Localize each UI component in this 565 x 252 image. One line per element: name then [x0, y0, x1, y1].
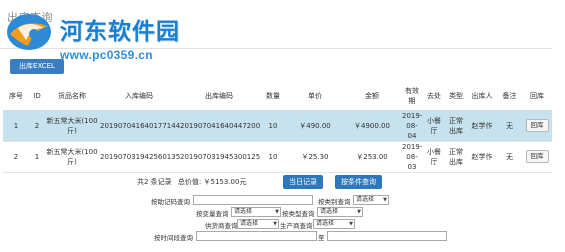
category-select[interactable]: 请选择 ▼: [353, 195, 389, 205]
cell-type: 正常出库: [449, 147, 463, 166]
cell-note: 无: [506, 152, 513, 161]
location-search-label: 按变量查询: [196, 210, 229, 218]
record-count: 共2 条记录: [137, 178, 172, 186]
cell-qty: 10: [268, 152, 278, 161]
table-row[interactable]: 1 2 新五常大米(100斤) 201907041640177144 20190…: [3, 110, 552, 141]
condition-search-button[interactable]: 按条件查询: [335, 175, 382, 189]
end-date-input[interactable]: [327, 231, 447, 241]
cell-id: 2: [34, 121, 40, 130]
column-header: 有效期: [401, 82, 423, 111]
category-search-label: 按类别查询: [318, 198, 351, 206]
column-header: 回库: [522, 82, 552, 111]
category-select-value: 请选择: [356, 196, 375, 203]
supplier-select-value: 请选择: [240, 220, 259, 227]
chevron-down-icon: ▼: [357, 209, 361, 215]
cell-price: ￥25.30: [301, 152, 329, 161]
to-label: 至: [318, 234, 325, 242]
cell-name: 新五常大米(100斤): [46, 116, 98, 135]
cell-price: ￥490.00: [299, 121, 331, 130]
type-select[interactable]: 请选择 ▼: [317, 207, 363, 217]
supplier-search-label: 供货商查询: [205, 222, 238, 230]
return-stock-button[interactable]: 回库: [525, 119, 549, 132]
column-header: 金额: [343, 82, 401, 111]
column-header: 出库人: [467, 82, 497, 111]
cell-seq: 2: [13, 152, 19, 161]
cell-action: 回库: [522, 141, 552, 172]
column-header: 单价: [287, 82, 343, 111]
table-row[interactable]: 2 1 新五常大米(100斤) 201907031942560135 20190…: [3, 141, 552, 172]
type-select-value: 请选择: [320, 208, 339, 215]
column-header: 出库编码: [179, 82, 259, 111]
cell-id: 1: [34, 152, 40, 161]
summary-line: 共2 条记录 总价值: ￥5153.00元: [137, 177, 250, 187]
watermark-url: www.pc0359.cn: [60, 48, 153, 62]
column-header: 备注: [497, 82, 522, 111]
return-stock-button[interactable]: 回库: [525, 150, 549, 163]
code-search-input[interactable]: [193, 195, 313, 205]
cell-seq: 1: [13, 121, 19, 130]
type-search-label: 按类型查询: [282, 210, 315, 218]
column-header: ID: [29, 82, 45, 111]
cell-out-code: 201907031945300125: [180, 152, 261, 161]
chevron-down-icon: ▼: [383, 197, 387, 203]
column-header: 入库编码: [99, 82, 179, 111]
location-select[interactable]: 请选择 ▼: [231, 207, 281, 217]
cell-qty: 10: [268, 121, 278, 130]
cell-in-code: 201907041640177144: [100, 121, 181, 130]
chevron-down-icon: ▼: [349, 221, 353, 227]
producer-select[interactable]: 请选择 ▼: [313, 219, 355, 229]
cell-amount: ￥253.00: [356, 152, 388, 161]
cell-out-code: 201907041640447200: [180, 121, 261, 130]
column-header: 去处: [423, 82, 445, 111]
column-header: 货品名称: [45, 82, 99, 111]
location-select-value: 请选择: [234, 208, 253, 215]
cell-note: 无: [506, 121, 513, 130]
cell-amount: ￥4900.00: [354, 121, 390, 130]
cell-expiry: 2019-08-04: [402, 111, 423, 140]
code-search-label: 按助记码查询: [151, 198, 190, 206]
producer-search-label: 生产商查询: [280, 222, 313, 230]
cell-action: 回库: [522, 110, 552, 141]
cell-in-code: 201907031942560135: [100, 152, 181, 161]
producer-select-value: 请选择: [316, 220, 335, 227]
today-records-button[interactable]: 当日记录: [283, 175, 323, 189]
column-header: 数量: [259, 82, 287, 111]
watermark-logo: 河东软件园 www.pc0359.cn: [4, 4, 254, 62]
total-value: 总价值: ￥5153.00元: [177, 178, 247, 186]
cell-operator: 赵学作: [471, 121, 493, 130]
cell-type: 正常出库: [449, 116, 463, 135]
supplier-select[interactable]: 请选择 ▼: [237, 219, 279, 229]
column-header: 序号: [3, 82, 29, 111]
cell-operator: 赵学作: [471, 152, 493, 161]
outbound-table: 序号 ID 货品名称 入库编码 出库编码 数量 单价 金额 有效期 去处 类型 …: [3, 82, 552, 173]
cell-dest: 小餐厅: [427, 147, 441, 166]
cell-dest: 小餐厅: [427, 116, 441, 135]
chevron-down-icon: ▼: [275, 209, 279, 215]
table-header-row: 序号 ID 货品名称 入库编码 出库编码 数量 单价 金额 有效期 去处 类型 …: [3, 82, 552, 111]
export-excel-button[interactable]: 出库EXCEL: [10, 59, 64, 74]
time-range-label: 按时间段查询: [154, 234, 193, 242]
watermark-name: 河东软件园: [60, 18, 180, 45]
cell-name: 新五常大米(100斤): [46, 147, 98, 166]
chevron-down-icon: ▼: [273, 221, 277, 227]
column-header: 类型: [445, 82, 467, 111]
start-date-input[interactable]: [196, 231, 317, 241]
watermark-logo-icon: [7, 14, 51, 50]
cell-expiry: 2019-08-03: [402, 142, 423, 171]
